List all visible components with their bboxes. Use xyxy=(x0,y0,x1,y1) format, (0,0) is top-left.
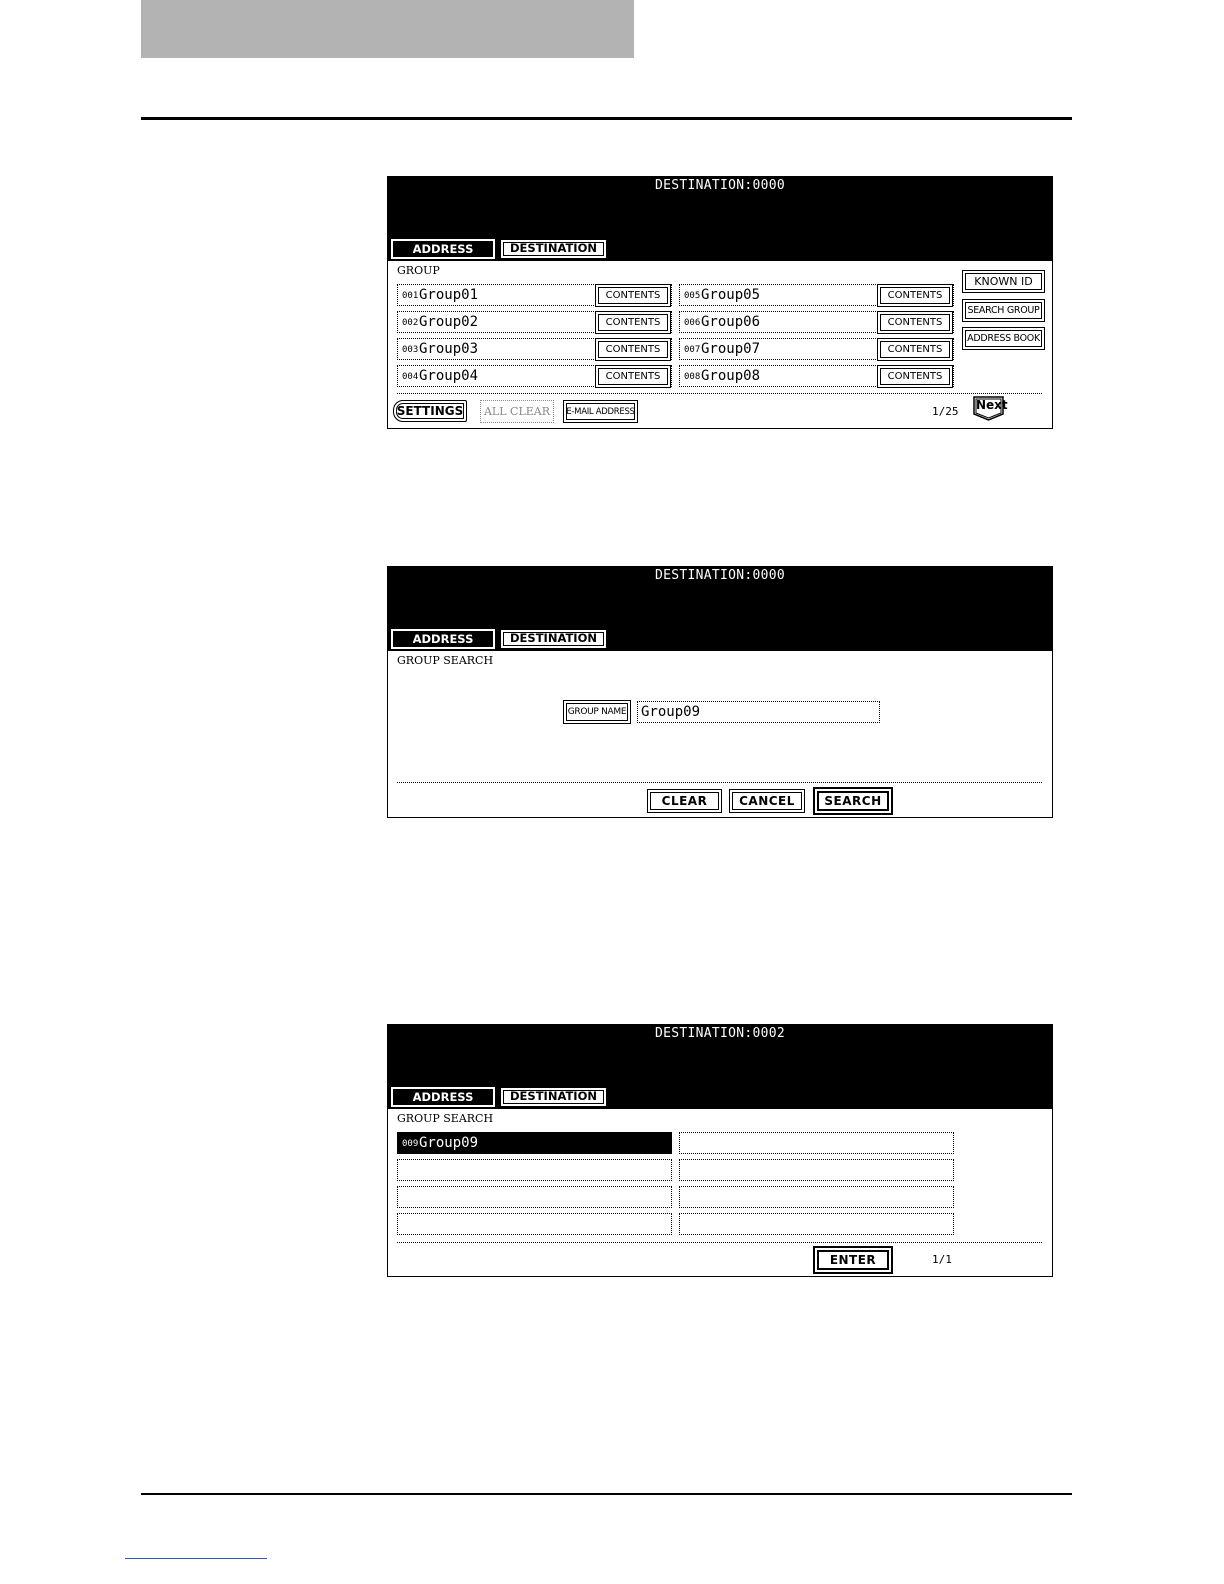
contents-button[interactable]: CONTENTS xyxy=(877,311,953,334)
group-number: 003 xyxy=(402,345,419,355)
group-name: Group01 xyxy=(419,287,479,303)
result-row-empty xyxy=(397,1213,672,1235)
page-indicator: 1/25 xyxy=(932,405,959,418)
result-row-empty xyxy=(679,1213,954,1235)
cancel-button[interactable]: CANCEL xyxy=(729,789,805,813)
page-indicator: 1/1 xyxy=(932,1253,952,1266)
screen-header: DESTINATION:0000 ADDRESS DESTINATION xyxy=(388,177,1052,261)
group-number: 004 xyxy=(402,372,419,382)
contents-button[interactable]: CONTENTS xyxy=(595,311,671,334)
group-number: 009 xyxy=(402,1139,419,1149)
result-row-empty xyxy=(397,1186,672,1208)
contents-button[interactable]: CONTENTS xyxy=(877,365,953,388)
group-name: Group08 xyxy=(701,368,761,384)
known-id-button[interactable]: KNOWN ID xyxy=(962,270,1045,293)
tab-address[interactable]: ADDRESS xyxy=(390,238,496,260)
result-row-empty xyxy=(679,1159,954,1181)
group-number: 006 xyxy=(684,318,701,328)
destination-count: DESTINATION:0000 xyxy=(654,178,786,193)
contents-button[interactable]: CONTENTS xyxy=(595,338,671,361)
contents-button[interactable]: CONTENTS xyxy=(595,365,671,388)
address-book-button[interactable]: ADDRESS BOOK xyxy=(962,327,1045,350)
section-title: GROUP SEARCH xyxy=(397,654,494,667)
search-group-button[interactable]: SEARCH GROUP xyxy=(962,299,1045,322)
group-name: Group02 xyxy=(419,314,479,330)
divider xyxy=(397,393,1042,394)
footer-underline xyxy=(125,1558,267,1559)
next-button[interactable]: Next xyxy=(973,396,1008,421)
divider xyxy=(397,1242,1042,1243)
group-name: Group03 xyxy=(419,341,479,357)
clear-button[interactable]: CLEAR xyxy=(647,789,722,813)
screen-header: DESTINATION:0002 ADDRESS DESTINATION xyxy=(388,1025,1052,1109)
tab-destination[interactable]: DESTINATION xyxy=(500,239,607,259)
group-search-screen: DESTINATION:0000 ADDRESS DESTINATION GRO… xyxy=(387,566,1053,818)
result-row[interactable]: 009 Group09 xyxy=(397,1132,672,1154)
tab-destination[interactable]: DESTINATION xyxy=(500,1087,607,1107)
destination-count: DESTINATION:0000 xyxy=(654,568,786,583)
group-number: 008 xyxy=(684,372,701,382)
group-name: Group09 xyxy=(419,1135,479,1151)
group-number: 002 xyxy=(402,318,419,328)
result-row-empty xyxy=(397,1159,672,1181)
top-rule xyxy=(141,117,1072,120)
destination-count: DESTINATION:0002 xyxy=(654,1026,786,1041)
result-row-empty xyxy=(679,1186,954,1208)
tab-address[interactable]: ADDRESS xyxy=(390,628,496,650)
search-button[interactable]: SEARCH xyxy=(813,787,893,815)
tab-address[interactable]: ADDRESS xyxy=(390,1086,496,1108)
group-name: Group07 xyxy=(701,341,761,357)
settings-button[interactable]: SETTINGS xyxy=(393,400,467,422)
group-name-button[interactable]: GROUP NAME xyxy=(563,700,631,724)
section-title: GROUP SEARCH xyxy=(397,1112,494,1125)
group-name-input[interactable]: Group09 xyxy=(637,701,880,723)
header-gray-bar xyxy=(141,0,634,58)
group-number: 005 xyxy=(684,291,701,301)
next-label: Next xyxy=(976,398,1008,412)
group-number: 001 xyxy=(402,291,419,301)
all-clear-button[interactable]: ALL CLEAR xyxy=(480,400,554,423)
divider xyxy=(397,782,1042,783)
result-row-empty xyxy=(679,1132,954,1154)
screen-header: DESTINATION:0000 ADDRESS DESTINATION xyxy=(388,567,1052,651)
group-list-screen: DESTINATION:0000 ADDRESS DESTINATION GRO… xyxy=(387,176,1053,429)
section-title: GROUP xyxy=(397,264,440,277)
enter-button[interactable]: ENTER xyxy=(813,1246,893,1274)
contents-button[interactable]: CONTENTS xyxy=(877,338,953,361)
tab-destination[interactable]: DESTINATION xyxy=(500,629,607,649)
bottom-rule xyxy=(141,1493,1072,1495)
group-search-results-screen: DESTINATION:0002 ADDRESS DESTINATION GRO… xyxy=(387,1024,1053,1277)
group-name: Group04 xyxy=(419,368,479,384)
email-address-button[interactable]: E-MAIL ADDRESS xyxy=(563,400,638,423)
contents-button[interactable]: CONTENTS xyxy=(877,284,953,307)
group-number: 007 xyxy=(684,345,701,355)
group-name: Group05 xyxy=(701,287,761,303)
contents-button[interactable]: CONTENTS xyxy=(595,284,671,307)
group-name: Group06 xyxy=(701,314,761,330)
